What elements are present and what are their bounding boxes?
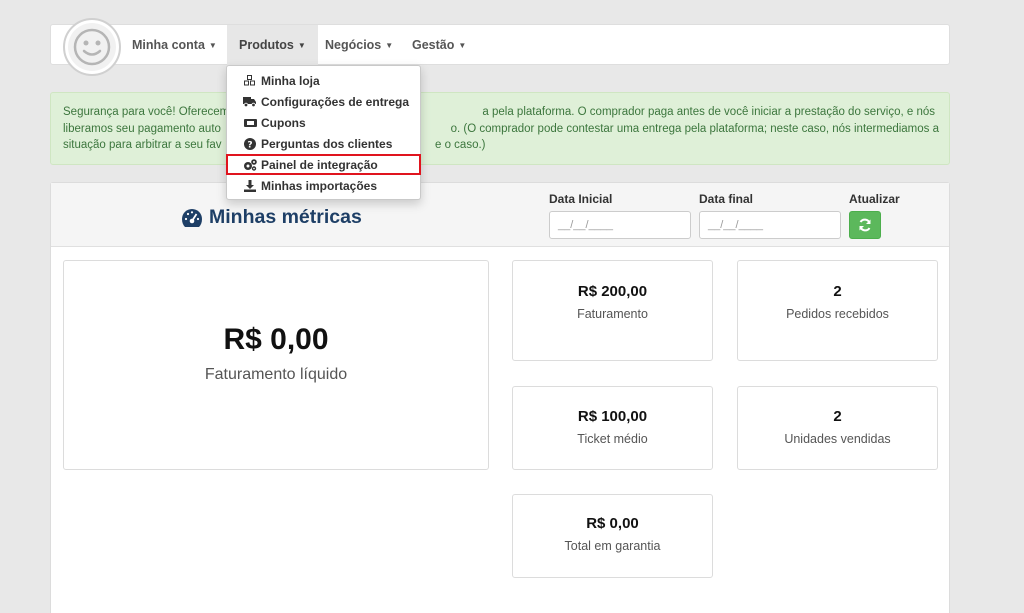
date-start-input[interactable]: __/__/____	[549, 211, 691, 239]
card-pedidos-recebidos: 2 Pedidos recebidos	[737, 260, 938, 361]
security-alert: Segurança para você! Oferecem a pela pla…	[50, 92, 950, 165]
card-label: Ticket médio	[577, 432, 648, 446]
menu-item-label: Perguntas dos clientes	[261, 136, 393, 151]
metrics-panel-header: Minhas métricas Data Inicial __/__/____ …	[51, 183, 949, 247]
nav-negocios-label: Negócios	[325, 38, 382, 52]
card-label: Faturamento	[577, 307, 648, 321]
menu-item-label: Painel de integração	[261, 157, 378, 172]
menu-item-perguntas-clientes[interactable]: ? Perguntas dos clientes	[227, 133, 420, 154]
refresh-button[interactable]	[849, 211, 881, 239]
refresh-label: Atualizar	[849, 192, 900, 206]
top-navbar: Minha conta ▼ Produtos ▼ Negócios ▼ Gestão ▼	[50, 18, 950, 76]
alert-text-3b: e o caso.)	[435, 139, 486, 151]
nav-gestao-label: Gestão	[412, 38, 455, 52]
menu-item-label: Minha loja	[261, 73, 320, 88]
card-label: Unidades vendidas	[784, 432, 891, 446]
avatar[interactable]	[63, 18, 121, 76]
date-start-label: Data Inicial	[549, 192, 613, 206]
alert-text-2a: liberamos seu pagamento auto	[63, 122, 221, 135]
menu-item-label: Cupons	[261, 115, 306, 130]
card-unidades-vendidas: 2 Unidades vendidas	[737, 386, 938, 470]
card-label: Faturamento líquido	[204, 366, 348, 383]
produtos-dropdown-menu: Minha loja Configurações de entrega Cupo…	[226, 65, 421, 200]
refresh-icon	[859, 218, 871, 232]
card-ticket-medio: R$ 100,00 Ticket médio	[512, 386, 713, 470]
date-end-label: Data final	[699, 192, 754, 206]
menu-item-minha-loja[interactable]: Minha loja	[227, 70, 420, 91]
caret-down-icon: ▼	[458, 40, 467, 50]
cogs-icon	[243, 158, 257, 171]
menu-item-configuracoes-entrega[interactable]: Configurações de entrega	[227, 91, 420, 112]
card-value: R$ 200,00	[577, 283, 648, 300]
metrics-title-text: Minhas métricas	[209, 206, 362, 228]
nav-negocios[interactable]: Negócios ▼	[313, 25, 405, 65]
ticket-icon	[243, 118, 257, 128]
menu-item-minhas-importacoes[interactable]: Minhas importações	[227, 175, 420, 196]
card-value: R$ 0,00	[586, 515, 639, 532]
caret-down-icon: ▼	[385, 40, 394, 50]
alert-text-1b: a pela plataforma. O comprador paga ante…	[482, 106, 935, 118]
card-value: R$ 100,00	[577, 408, 648, 425]
nav-produtos-label: Produtos	[239, 38, 294, 52]
card-faturamento-liquido: R$ 0,00 Faturamento líquido	[63, 260, 489, 470]
menu-item-cupons[interactable]: Cupons	[227, 112, 420, 133]
date-end-input[interactable]: __/__/____	[699, 211, 841, 239]
menu-item-painel-integracao[interactable]: Painel de integração	[226, 154, 421, 175]
card-value: R$ 0,00	[223, 323, 329, 356]
card-label: Pedidos recebidos	[786, 307, 889, 321]
card-label: Total em garantia	[564, 539, 661, 553]
metrics-title: Minhas métricas	[181, 206, 362, 229]
nav-minha-conta[interactable]: Minha conta ▼	[120, 25, 229, 65]
smiley-face-icon	[73, 28, 111, 66]
nav-gestao[interactable]: Gestão ▼	[400, 25, 478, 65]
cubes-icon	[243, 75, 257, 86]
alert-text-2b: o. (O comprador pode contestar uma entre…	[450, 122, 939, 135]
card-value: 2	[833, 283, 842, 300]
card-total-garantia: R$ 0,00 Total em garantia	[512, 494, 713, 578]
menu-item-label: Configurações de entrega	[261, 94, 410, 109]
menu-item-label: Minhas importações	[261, 178, 378, 193]
dashboard-gauge-icon	[182, 208, 202, 227]
download-icon	[243, 179, 257, 192]
nav-produtos[interactable]: Produtos ▼	[227, 25, 318, 65]
nav-minha-conta-label: Minha conta	[132, 38, 205, 52]
card-faturamento: R$ 200,00 Faturamento	[512, 260, 713, 361]
card-value: 2	[833, 408, 842, 425]
metrics-panel: Minhas métricas Data Inicial __/__/____ …	[50, 182, 950, 613]
truck-icon	[243, 96, 257, 107]
question-circle-icon: ?	[243, 137, 257, 150]
alert-text-1a: Segurança para você! Oferecem	[63, 106, 230, 118]
alert-text-3a: situação para arbitrar a seu fav	[63, 139, 222, 151]
caret-down-icon: ▼	[297, 40, 306, 50]
svg-text:?: ?	[247, 140, 252, 150]
caret-down-icon: ▼	[208, 40, 217, 50]
